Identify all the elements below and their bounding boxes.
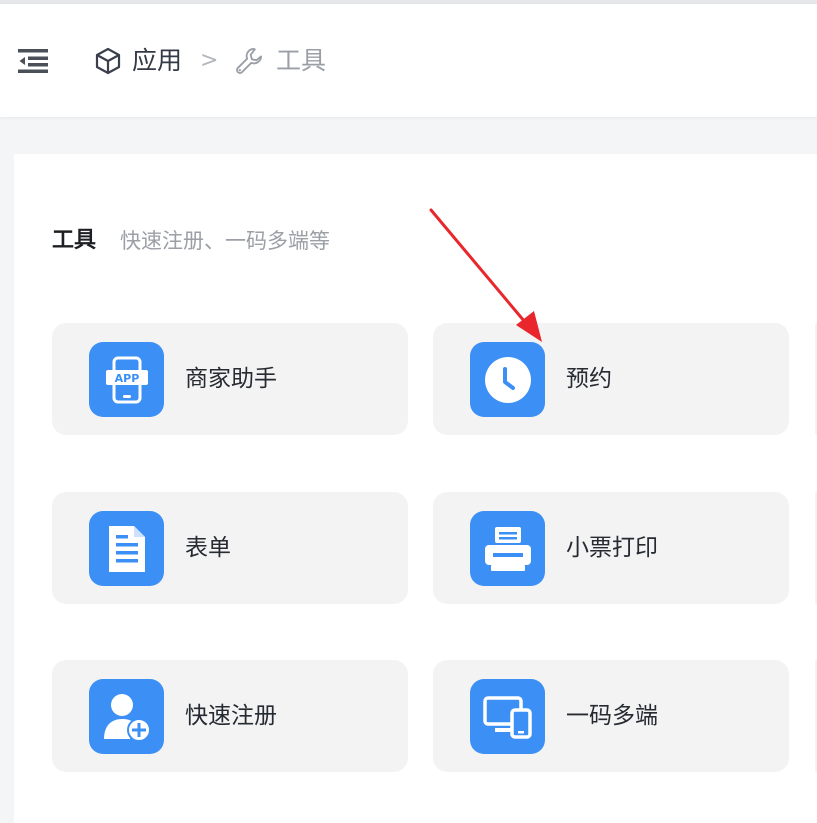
svg-text:APP: APP: [114, 372, 139, 385]
menu-collapse-icon[interactable]: [18, 48, 48, 74]
tools-panel: 工具 快速注册、一码多端等 APP 商家助手 预约 表单 小票打印 快速注册 一…: [14, 154, 817, 823]
tool-icon-tile: [470, 511, 545, 586]
tool-icon-tile: [470, 679, 545, 754]
breadcrumb-tools-current: 工具: [276, 46, 327, 75]
tool-card-receipt-print[interactable]: 小票打印: [433, 492, 789, 604]
tool-label: 预约: [566, 366, 612, 392]
tool-card-reservation[interactable]: 预约: [433, 323, 789, 435]
tool-card-quick-register[interactable]: 快速注册: [52, 660, 408, 772]
multi-device-icon: [482, 695, 532, 739]
top-bar: 应用 > 工具: [0, 4, 817, 117]
breadcrumb-separator: >: [200, 48, 219, 73]
tool-icon-tile: [470, 342, 545, 417]
cube-icon: [95, 47, 121, 75]
tool-icon-tile: [89, 511, 164, 586]
tool-label: 一码多端: [566, 703, 658, 729]
wrench-icon: [236, 48, 262, 74]
tool-card-form[interactable]: 表单: [52, 492, 408, 604]
section-subtitle: 快速注册、一码多端等: [120, 229, 330, 253]
tool-icon-tile: [89, 679, 164, 754]
tool-label: 小票打印: [566, 535, 658, 561]
printer-icon: [484, 526, 531, 571]
tool-label: 商家助手: [185, 366, 277, 392]
user-add-icon: [103, 693, 151, 742]
tool-label: 表单: [185, 535, 231, 561]
breadcrumb-apps-link[interactable]: 应用: [132, 46, 182, 76]
tool-label: 快速注册: [185, 703, 277, 729]
tool-card-merchant-assistant[interactable]: APP 商家助手: [52, 323, 408, 435]
tool-card-multi-terminal[interactable]: 一码多端: [433, 660, 789, 772]
tool-icon-tile: APP: [89, 342, 164, 417]
document-icon: [108, 525, 145, 572]
section-title: 工具: [52, 228, 97, 253]
clock-icon: [484, 356, 531, 403]
app-phone-icon: APP: [105, 356, 148, 403]
